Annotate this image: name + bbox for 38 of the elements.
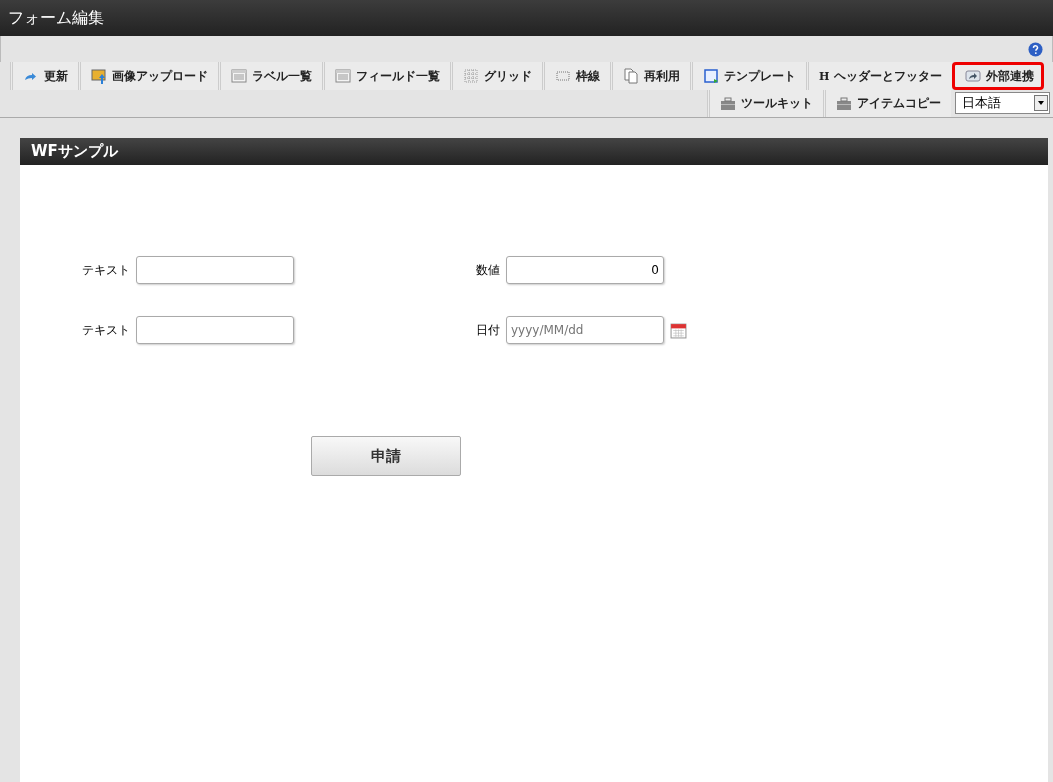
toolbar-button[interactable]: グリッド	[450, 62, 542, 90]
submit-button[interactable]: 申請	[311, 436, 461, 476]
toolbar-button[interactable]: ラベル一覧	[218, 62, 322, 90]
toolbar-button[interactable]: 外部連携	[952, 62, 1045, 90]
toolbar-button[interactable]: 枠線	[542, 62, 610, 90]
copy-icon	[623, 68, 639, 84]
help-icon[interactable]	[1028, 41, 1043, 57]
calendar-icon[interactable]	[670, 321, 687, 339]
toolbar-button[interactable]: アイテムコピー	[823, 90, 951, 117]
field-label: テキスト	[81, 321, 130, 339]
date-field[interactable]: yyyy/MM/dd	[506, 316, 664, 344]
field-label: 数値	[475, 261, 500, 279]
caret-icon	[1034, 95, 1048, 111]
dotted-square-icon	[555, 68, 571, 84]
share-icon	[965, 68, 982, 84]
text-field[interactable]	[136, 316, 294, 344]
toolbar-button[interactable]: H ヘッダーとフッター	[806, 62, 953, 90]
toolbar-button[interactable]: 再利用	[610, 62, 690, 90]
toolbox-icon	[836, 95, 852, 112]
text-field[interactable]	[136, 256, 294, 284]
template-icon	[703, 68, 719, 84]
toolbar-button[interactable]: 更新	[10, 62, 78, 90]
field-label: 日付	[475, 321, 500, 339]
toolbox-icon	[720, 95, 736, 112]
form-title: WFサンプル	[20, 138, 1048, 165]
language-dropdown[interactable]: 日本語	[955, 92, 1050, 114]
number-field[interactable]: 0	[506, 256, 664, 284]
image-upload-icon	[91, 68, 107, 84]
list-icon	[335, 68, 351, 84]
letter-icon: H	[819, 69, 830, 83]
toolbar-button[interactable]: 画像アップロード	[78, 62, 218, 90]
toolbar-button[interactable]: フィールド一覧	[322, 62, 450, 90]
field-label: テキスト	[81, 261, 130, 279]
toolbar-button[interactable]: テンプレート	[690, 62, 806, 90]
window-title: フォーム編集	[0, 0, 1053, 36]
list-icon	[231, 68, 247, 84]
toolbar-button[interactable]: ツールキット	[707, 90, 823, 117]
grid-icon	[463, 68, 479, 84]
